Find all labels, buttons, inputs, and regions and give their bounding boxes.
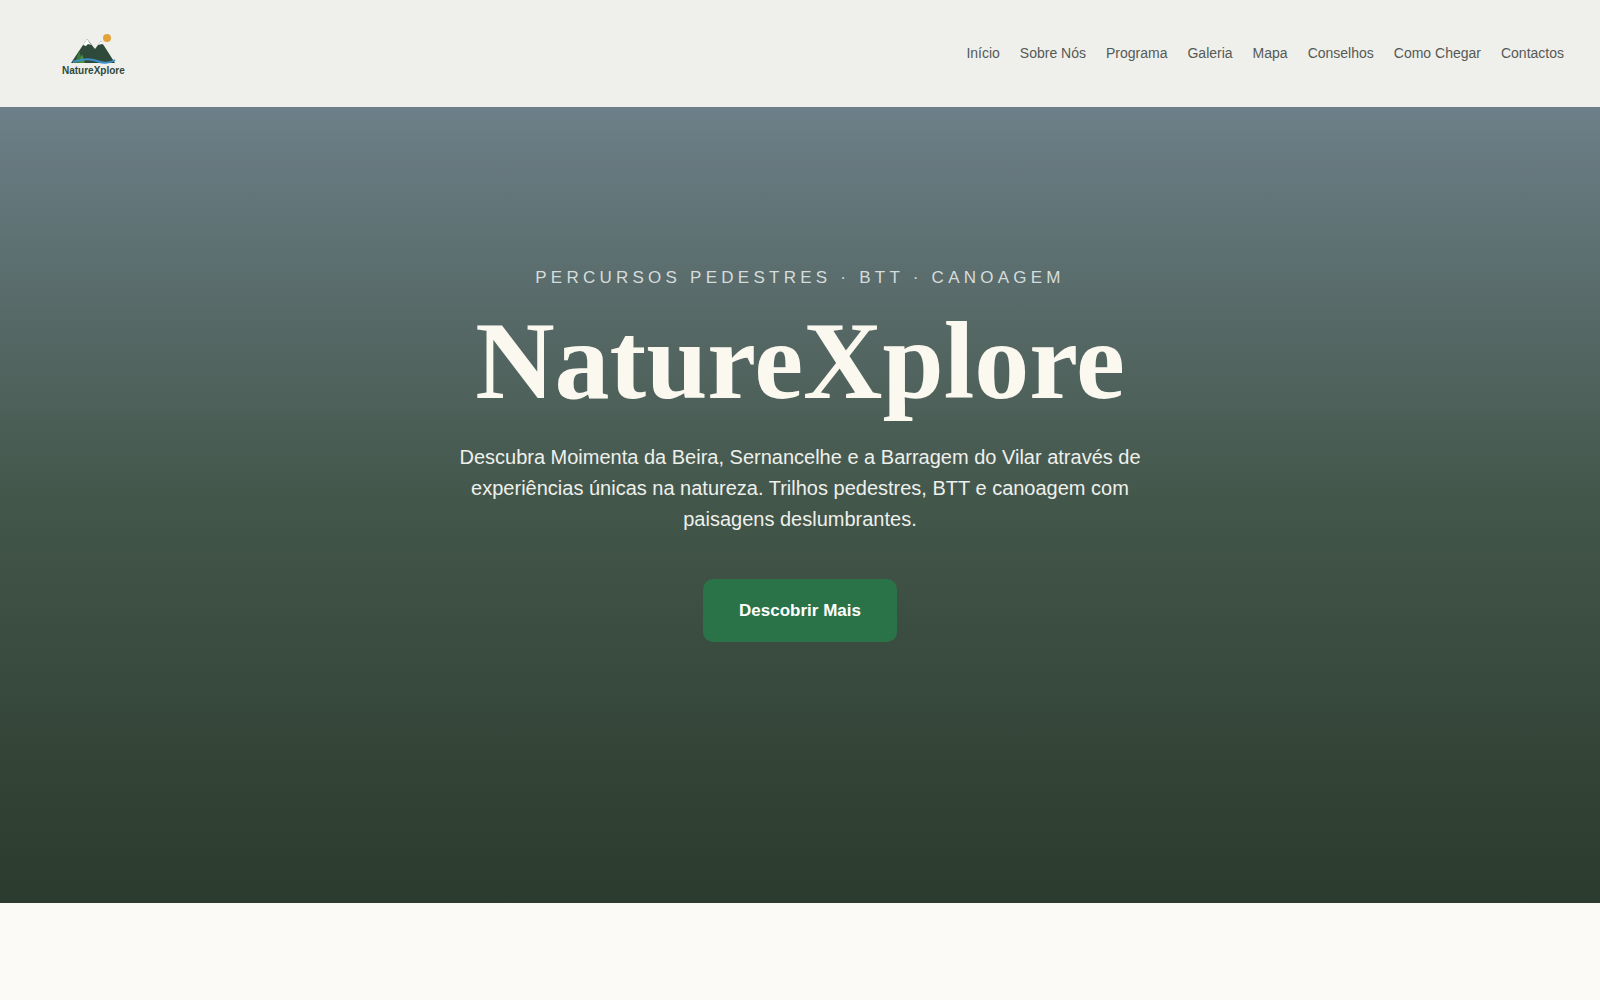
nav-link[interactable]: Início bbox=[966, 43, 999, 64]
nav-link[interactable]: Contactos bbox=[1501, 43, 1564, 64]
nav-link[interactable]: Galeria bbox=[1187, 43, 1232, 64]
nav-link[interactable]: Sobre Nós bbox=[1020, 43, 1086, 64]
content-area bbox=[0, 903, 1600, 1000]
mountain-logo-icon bbox=[67, 31, 119, 65]
logo[interactable]: NatureXplore bbox=[62, 31, 125, 77]
hero: PERCURSOS PEDESTRES · BTT · CANOAGEM Natu… bbox=[0, 107, 1600, 903]
nav-link[interactable]: Programa bbox=[1106, 43, 1167, 64]
hero-eyebrow: PERCURSOS PEDESTRES · BTT · CANOAGEM bbox=[535, 265, 1065, 291]
nav-link[interactable]: Mapa bbox=[1253, 43, 1288, 64]
main-nav: Início Sobre Nós Programa Galeria Mapa Consel… bbox=[966, 43, 1564, 64]
hero-title: NatureXplore bbox=[475, 301, 1125, 422]
discover-button[interactable]: Descobrir Mais bbox=[703, 579, 897, 643]
logo-text: NatureXplore bbox=[62, 65, 125, 77]
nav-link[interactable]: Conselhos bbox=[1308, 43, 1374, 64]
hero-description: Descubra Moimenta da Beira, Sernancelhe … bbox=[435, 442, 1165, 535]
page: NatureXplore Início Sobre Nós Programa Galer… bbox=[0, 0, 1600, 1000]
nav-link[interactable]: Como Chegar bbox=[1394, 43, 1481, 64]
site-header: NatureXplore Início Sobre Nós Programa Galer… bbox=[0, 0, 1600, 107]
